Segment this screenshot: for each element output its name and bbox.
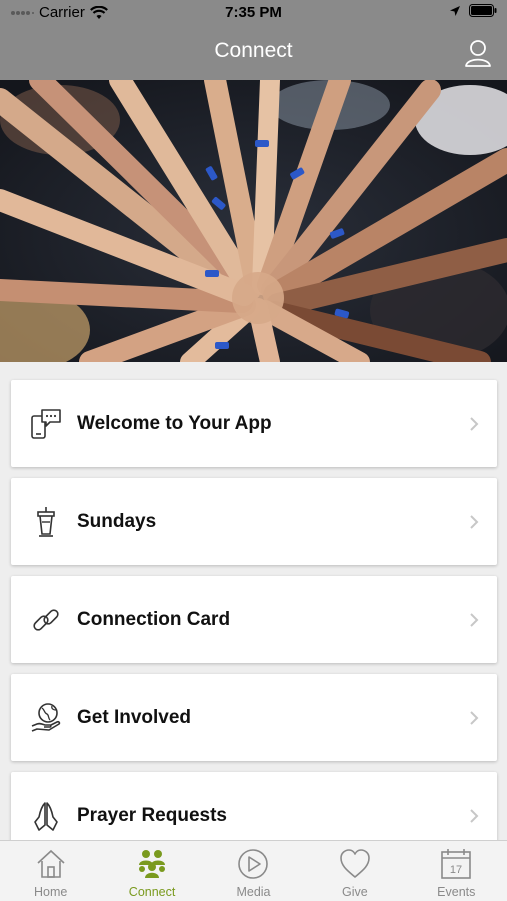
- pulpit-icon: [37, 507, 55, 537]
- list-item-label: Sundays: [77, 511, 157, 532]
- home-icon: [37, 849, 65, 878]
- profile-button[interactable]: [463, 38, 493, 68]
- tab-media[interactable]: Media: [203, 841, 304, 901]
- list-item-welcome[interactable]: Welcome to Your App: [11, 380, 497, 467]
- chevron-right-icon: [470, 809, 479, 823]
- list-item-connection-card[interactable]: Connection Card: [11, 576, 497, 663]
- tab-label: Events: [437, 885, 476, 899]
- globe-hand-icon: [31, 703, 61, 732]
- tab-label: Home: [34, 885, 68, 899]
- play-icon: [238, 849, 269, 879]
- tab-bar: Home Connect Media Give 17 Events: [0, 840, 507, 901]
- status-right: [449, 4, 497, 17]
- list-item-get-involved[interactable]: Get Involved: [11, 674, 497, 761]
- chevron-right-icon: [470, 515, 479, 529]
- list-item-label: Prayer Requests: [77, 805, 227, 826]
- list-item-prayer-requests[interactable]: Prayer Requests: [11, 772, 497, 840]
- chevron-right-icon: [470, 613, 479, 627]
- tab-connect[interactable]: Connect: [101, 841, 202, 901]
- tab-events[interactable]: 17 Events: [406, 841, 507, 901]
- calendar-icon: 17: [441, 849, 472, 879]
- nav-header: Connect: [0, 26, 507, 80]
- chevron-right-icon: [470, 417, 479, 431]
- tab-home[interactable]: Home: [0, 841, 101, 901]
- people-icon: [139, 850, 166, 878]
- chat-phone-icon: [31, 409, 61, 439]
- list-item-label: Connection Card: [77, 609, 231, 630]
- menu-list: Welcome to Your App Sundays Connection C…: [0, 362, 507, 840]
- praying-hands-icon: [34, 802, 58, 831]
- heart-icon: [340, 849, 370, 878]
- location-arrow-icon: [450, 5, 460, 16]
- link-icon: [33, 609, 59, 631]
- tab-give[interactable]: Give: [304, 841, 405, 901]
- status-time: 7:35 PM: [225, 4, 282, 21]
- user-icon: [465, 40, 491, 67]
- hands-together-image: [0, 80, 507, 362]
- tab-label: Give: [342, 885, 368, 899]
- list-item-label: Welcome to Your App: [77, 413, 272, 434]
- tab-label: Connect: [128, 885, 176, 899]
- calendar-day: 17: [450, 864, 462, 876]
- list-item-sundays[interactable]: Sundays: [11, 478, 497, 565]
- status-bar: Carrier 7:35 PM: [0, 0, 507, 26]
- list-item-label: Get Involved: [77, 707, 192, 728]
- chevron-right-icon: [470, 711, 479, 725]
- battery-icon: [469, 4, 497, 17]
- tab-label: Media: [236, 885, 271, 899]
- page-title: Connect: [214, 39, 293, 62]
- hero-image: [0, 80, 507, 362]
